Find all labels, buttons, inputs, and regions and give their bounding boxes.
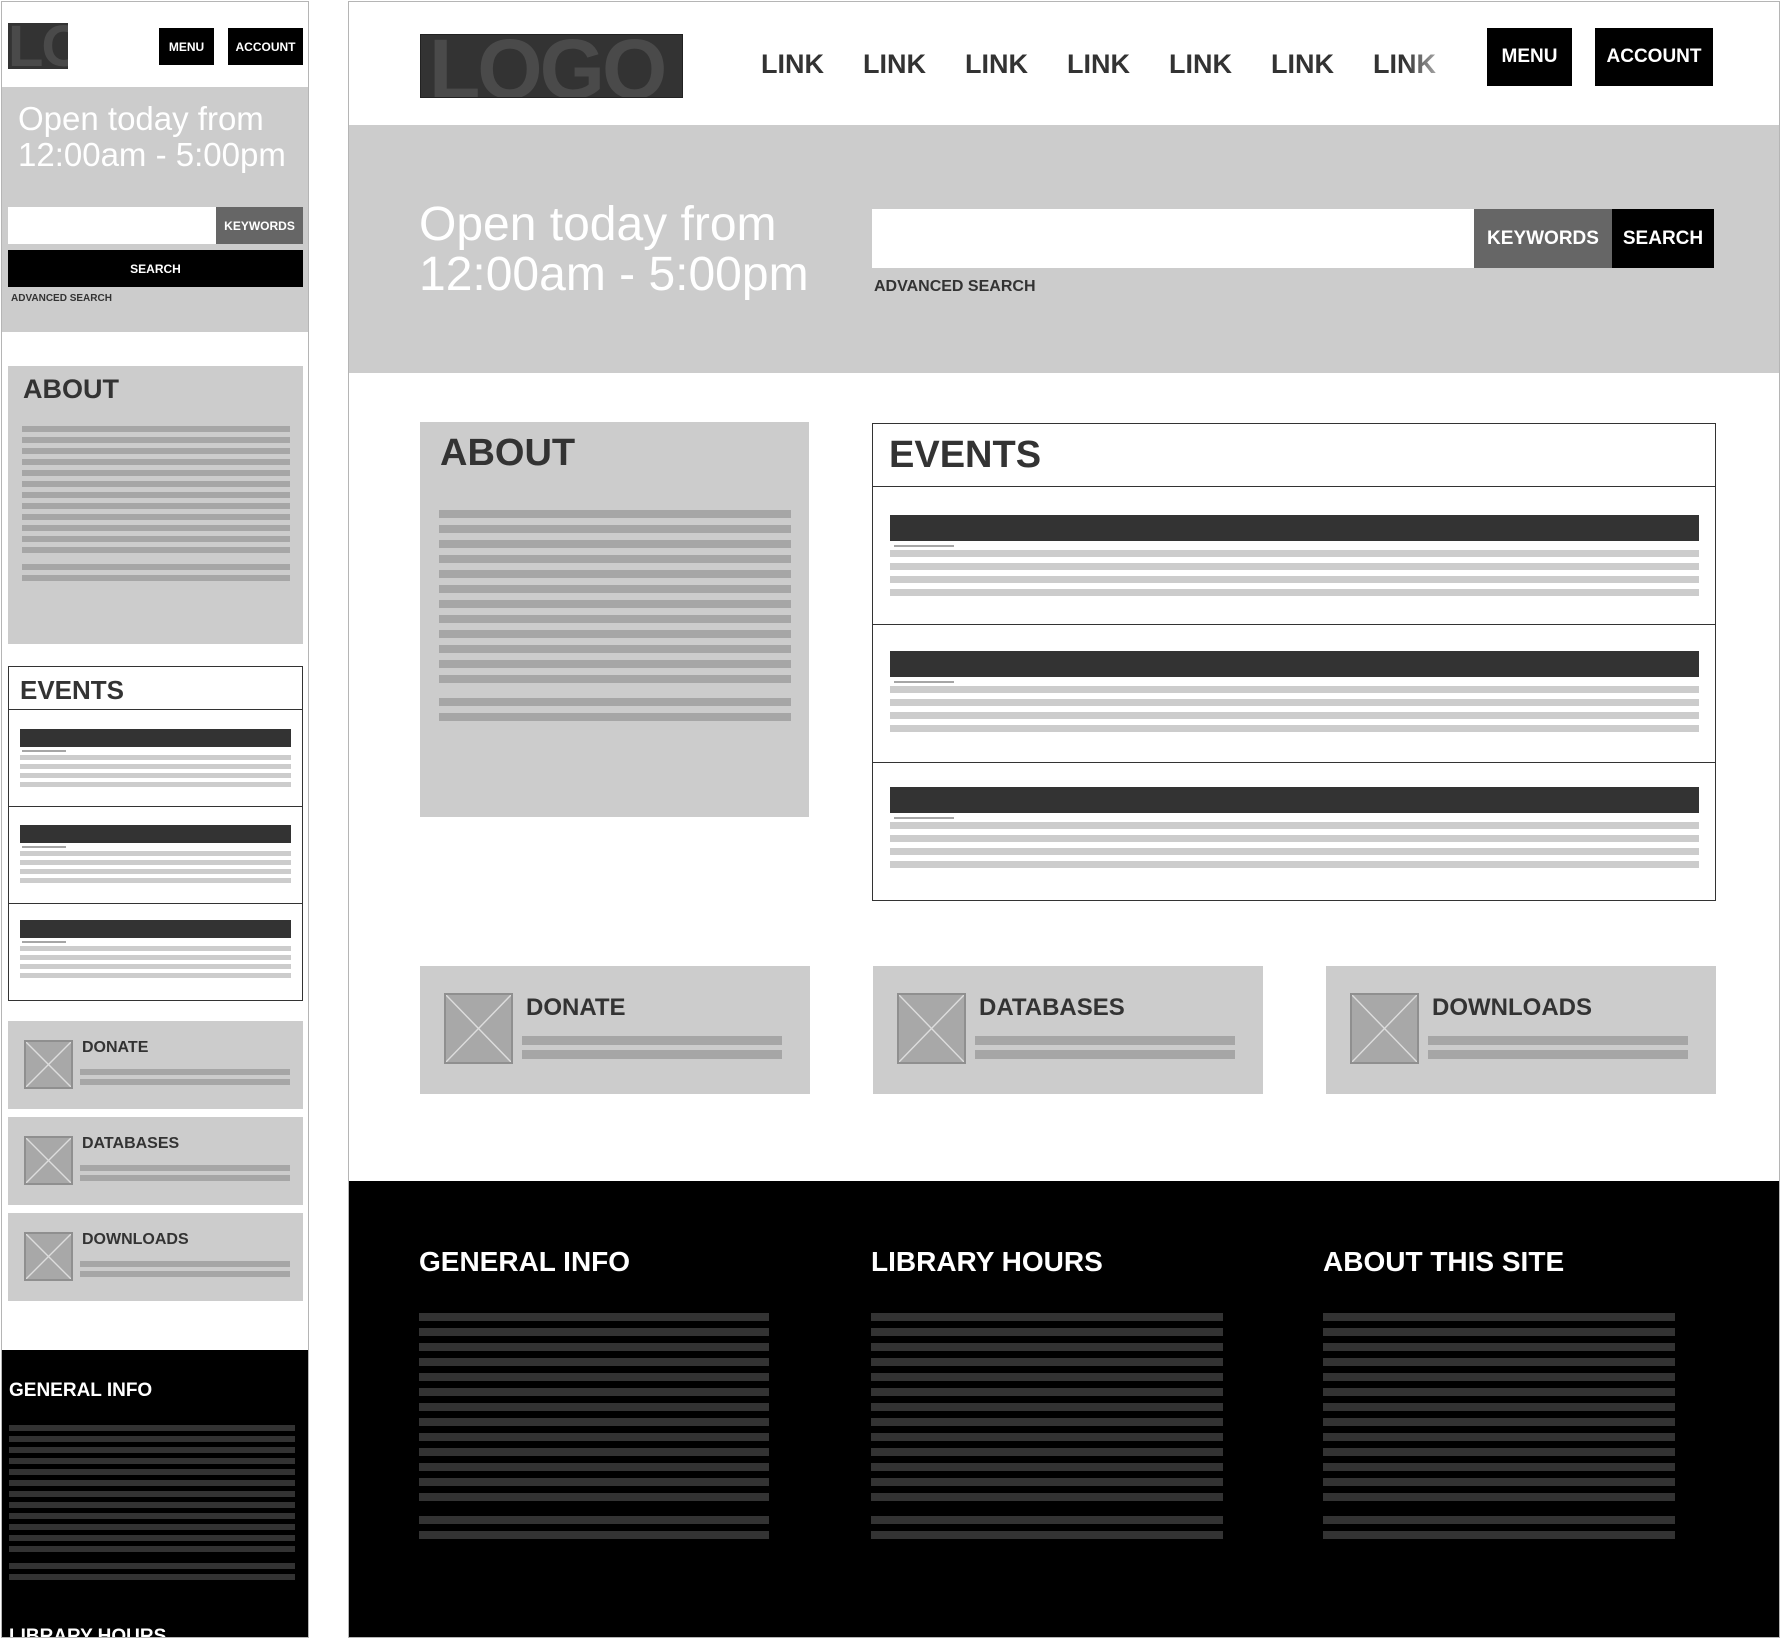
mobile-footer-title-hours: LIBRARY HOURS xyxy=(9,1626,167,1638)
nav-link[interactable]: LINK xyxy=(1067,42,1169,86)
desktop-hero: Open today from 12:00am - 5:00pm KEYWORD… xyxy=(349,125,1779,373)
footer-title: LIBRARY HOURS xyxy=(871,1246,1103,1277)
footer-text-lines xyxy=(871,1313,1223,1539)
desktop-search-input[interactable] xyxy=(872,209,1474,268)
desktop-card-databases[interactable]: DATABASES xyxy=(873,966,1263,1094)
mobile-events-title: EVENTS xyxy=(20,675,125,705)
mobile-about-title: ABOUT xyxy=(23,374,119,404)
image-placeholder-icon xyxy=(444,993,513,1064)
nav-link[interactable]: LINK xyxy=(863,42,965,86)
mobile-advanced-search-link[interactable]: ADVANCED SEARCH xyxy=(11,293,112,304)
desktop-keywords-button[interactable]: KEYWORDS xyxy=(1474,209,1612,268)
footer-text-lines xyxy=(419,1313,769,1539)
mobile-keywords-button[interactable]: KEYWORDS xyxy=(216,207,303,244)
mobile-event-item[interactable] xyxy=(9,904,302,1000)
hours-line-2: 12:00am - 5:00pm xyxy=(18,136,286,173)
desktop-event-item[interactable] xyxy=(873,625,1715,762)
card-label: DOWNLOADS xyxy=(82,1231,189,1248)
desktop-hours-text: Open today from 12:00am - 5:00pm xyxy=(419,200,839,300)
desktop-about-title: ABOUT xyxy=(440,432,576,474)
desktop-about-panel: ABOUT xyxy=(420,422,809,817)
logo-text: LOGO xyxy=(8,23,68,69)
nav-link[interactable]: LINK xyxy=(761,42,863,86)
mobile-hours-text: Open today from 12:00am - 5:00pm xyxy=(18,101,308,173)
mobile-events-panel: EVENTS xyxy=(8,666,303,1001)
image-placeholder-icon xyxy=(1350,993,1419,1064)
image-placeholder-icon xyxy=(24,1040,73,1089)
mobile-search-input[interactable] xyxy=(8,207,216,244)
hours-line-2: 12:00am - 5:00pm xyxy=(419,248,809,301)
desktop-event-item[interactable] xyxy=(873,763,1715,900)
mobile-card-databases[interactable]: DATABASES xyxy=(8,1117,303,1205)
mobile-view: LOGO MENU ACCOUNT Open today from 12:00a… xyxy=(1,1,309,1638)
desktop-nav-overflow: LINK LINK xyxy=(1271,42,1491,86)
card-label: DATABASES xyxy=(979,994,1125,1021)
hours-line-1: Open today from xyxy=(18,100,264,137)
mobile-card-donate[interactable]: DONATE xyxy=(8,1021,303,1109)
image-placeholder-icon xyxy=(897,993,966,1064)
desktop-footer: GENERAL INFO LIBRARY HOURS ABOUT THIS SI… xyxy=(349,1181,1779,1637)
card-label: DONATE xyxy=(526,994,626,1021)
footer-title: GENERAL INFO xyxy=(419,1246,631,1277)
desktop-advanced-search-link[interactable]: ADVANCED SEARCH xyxy=(874,278,1036,296)
nav-link[interactable]: LINK xyxy=(1271,42,1373,86)
footer-column-about-site: ABOUT THIS SITE xyxy=(1323,1246,1675,1539)
mobile-card-downloads[interactable]: DOWNLOADS xyxy=(8,1213,303,1301)
mobile-account-button[interactable]: ACCOUNT xyxy=(228,28,303,65)
image-placeholder-icon xyxy=(24,1136,73,1185)
desktop-events-panel: EVENTS xyxy=(872,423,1716,901)
desktop-search-button[interactable]: SEARCH xyxy=(1612,209,1714,268)
desktop-card-downloads[interactable]: DOWNLOADS xyxy=(1326,966,1716,1094)
nav-link[interactable]: LINK xyxy=(965,42,1067,86)
desktop-menu-button[interactable]: MENU xyxy=(1487,28,1572,86)
mobile-search-button[interactable]: SEARCH xyxy=(8,250,303,287)
desktop-event-item[interactable] xyxy=(873,487,1715,624)
nav-link[interactable]: LINK xyxy=(1169,42,1271,86)
mobile-hero: Open today from 12:00am - 5:00pm KEYWORD… xyxy=(2,87,308,332)
mobile-menu-button[interactable]: MENU xyxy=(159,28,214,65)
mobile-about-panel: ABOUT xyxy=(8,366,303,644)
mobile-footer-text-lines xyxy=(9,1425,295,1580)
desktop-events-title: EVENTS xyxy=(889,434,1042,476)
logo-text: LOGO xyxy=(429,34,667,98)
desktop-nav: LINK LINK LINK LINK LINK xyxy=(761,42,1321,86)
footer-column-general: GENERAL INFO xyxy=(419,1246,769,1539)
desktop-view: LOGO LINK LINK LINK LINK LINK LINK LINK … xyxy=(348,1,1780,1638)
desktop-logo[interactable]: LOGO xyxy=(420,34,683,98)
desktop-card-donate[interactable]: DONATE xyxy=(420,966,810,1094)
footer-column-hours: LIBRARY HOURS xyxy=(871,1246,1223,1539)
nav-link-faded[interactable]: LINK xyxy=(1373,42,1453,86)
card-label: DOWNLOADS xyxy=(1432,994,1592,1021)
mobile-about-text-lines xyxy=(22,426,290,581)
mobile-footer: GENERAL INFO LIBRARY HOURS xyxy=(2,1350,308,1638)
card-label: DATABASES xyxy=(82,1135,180,1152)
footer-title: ABOUT THIS SITE xyxy=(1323,1246,1565,1277)
card-label: DONATE xyxy=(82,1039,149,1056)
desktop-about-text-lines xyxy=(439,510,791,721)
mobile-logo[interactable]: LOGO xyxy=(8,23,68,69)
hours-line-1: Open today from xyxy=(419,198,777,251)
mobile-footer-title-general: GENERAL INFO xyxy=(9,1380,153,1401)
footer-text-lines xyxy=(1323,1313,1675,1539)
mobile-event-item[interactable] xyxy=(9,710,302,806)
image-placeholder-icon xyxy=(24,1232,73,1281)
mobile-event-item[interactable] xyxy=(9,807,302,903)
desktop-account-button[interactable]: ACCOUNT xyxy=(1595,28,1713,86)
